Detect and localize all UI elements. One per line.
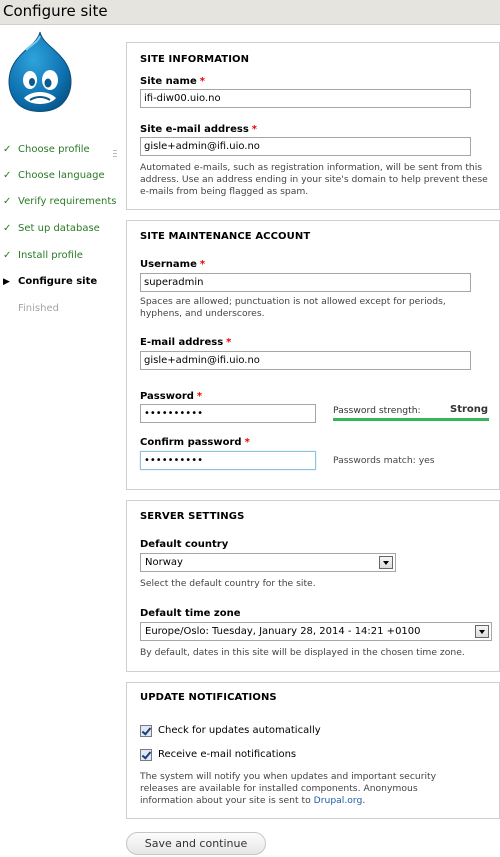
timezone-description: By default, dates in this site will be d… [140,647,465,658]
step-label: Configure site [18,276,98,287]
password-label: Password * [140,391,203,402]
check-updates-checkbox[interactable] [140,725,152,737]
step-verify-requirements: ✓ Verify requirements [0,194,120,210]
username-label: Username * [140,259,206,270]
arrow-right-icon: ▶ [3,277,10,287]
check-icon: ✓ [3,250,12,261]
default-country-select[interactable]: Norway [140,553,396,572]
confirm-password-input[interactable] [140,451,316,470]
default-timezone-select[interactable]: Europe/Oslo: Tuesday, January 28, 2014 -… [140,622,492,641]
step-finished: Finished [0,301,120,317]
drupal-logo [8,31,72,112]
updates-legend: UPDATE NOTIFICATIONS [140,692,277,703]
email-notifications-label[interactable]: Receive e-mail notifications [158,749,296,760]
step-label: Finished [18,303,59,314]
updates-description: The system will notify you when updates … [140,771,437,806]
step-label: Choose profile [18,144,90,155]
resize-grip-icon [113,150,117,158]
required-marker: * [196,391,203,402]
default-timezone-label: Default time zone [140,608,241,619]
required-marker: * [199,76,205,87]
password-strength-value: Strong [450,404,489,415]
step-install-profile: ✓ Install profile [0,248,120,264]
step-label: Set up database [18,223,100,234]
site-information-legend: SITE INFORMATION [140,54,250,65]
password-match-text: Passwords match: yes [333,455,435,466]
server-legend: SERVER SETTINGS [140,511,245,522]
email-label: E-mail address * [140,337,232,348]
required-marker: * [199,259,206,270]
country-description: Select the default country for the site. [140,578,316,589]
page-title: Configure site [3,2,108,20]
dropdown-arrow-icon[interactable] [379,556,393,569]
password-strength-label: Password strength: [333,405,421,416]
step-choose-profile: ✓ Choose profile [0,142,120,158]
step-label: Choose language [18,170,105,181]
step-choose-language: ✓ Choose language [0,168,120,184]
selected-country: Norway [145,557,183,568]
update-notifications-fieldset: UPDATE NOTIFICATIONS Check for updates a… [126,682,500,819]
site-mail-description: Automated e-mails, such as registration … [140,162,488,197]
required-marker: * [251,124,258,135]
site-mail-label: Site e-mail address * [140,124,258,135]
site-mail-input[interactable] [140,137,471,156]
check-icon: ✓ [3,170,12,181]
confirm-password-label: Confirm password * [140,437,250,448]
selected-timezone: Europe/Oslo: Tuesday, January 28, 2014 -… [145,626,421,637]
check-icon: ✓ [3,196,12,207]
site-name-input[interactable] [140,89,471,108]
step-label: Verify requirements [18,196,117,207]
account-legend: SITE MAINTENANCE ACCOUNT [140,231,311,242]
save-and-continue-button[interactable]: Save and continue [126,832,266,855]
site-maintenance-account-fieldset: SITE MAINTENANCE ACCOUNT Username* Space… [126,220,500,490]
site-information-fieldset: SITE INFORMATION Site name* Site e-mail … [126,42,500,210]
required-marker: * [244,437,250,448]
email-input[interactable] [140,351,471,370]
check-updates-label[interactable]: Check for updates automatically [158,725,321,736]
step-label: Install profile [18,250,83,261]
default-country-label: Default country [140,539,229,550]
username-input[interactable] [140,273,471,292]
required-marker: * [226,337,232,348]
check-icon: ✓ [3,223,12,234]
password-strength-bar [333,418,489,421]
check-icon: ✓ [3,144,12,155]
page-header: Configure site [0,0,500,25]
step-setup-database: ✓ Set up database [0,221,120,237]
username-description: Spaces are allowed; punctuation is not a… [140,296,446,319]
email-notifications-checkbox[interactable] [140,749,152,761]
site-name-label: Site name * [140,76,205,87]
drupal-org-link[interactable]: Drupal.org [314,795,363,806]
server-settings-fieldset: SERVER SETTINGS Default country Norway S… [126,500,500,672]
step-configure-site: ▶ Configure site [0,274,120,290]
dropdown-arrow-icon[interactable] [475,625,489,638]
password-input[interactable] [140,404,316,423]
